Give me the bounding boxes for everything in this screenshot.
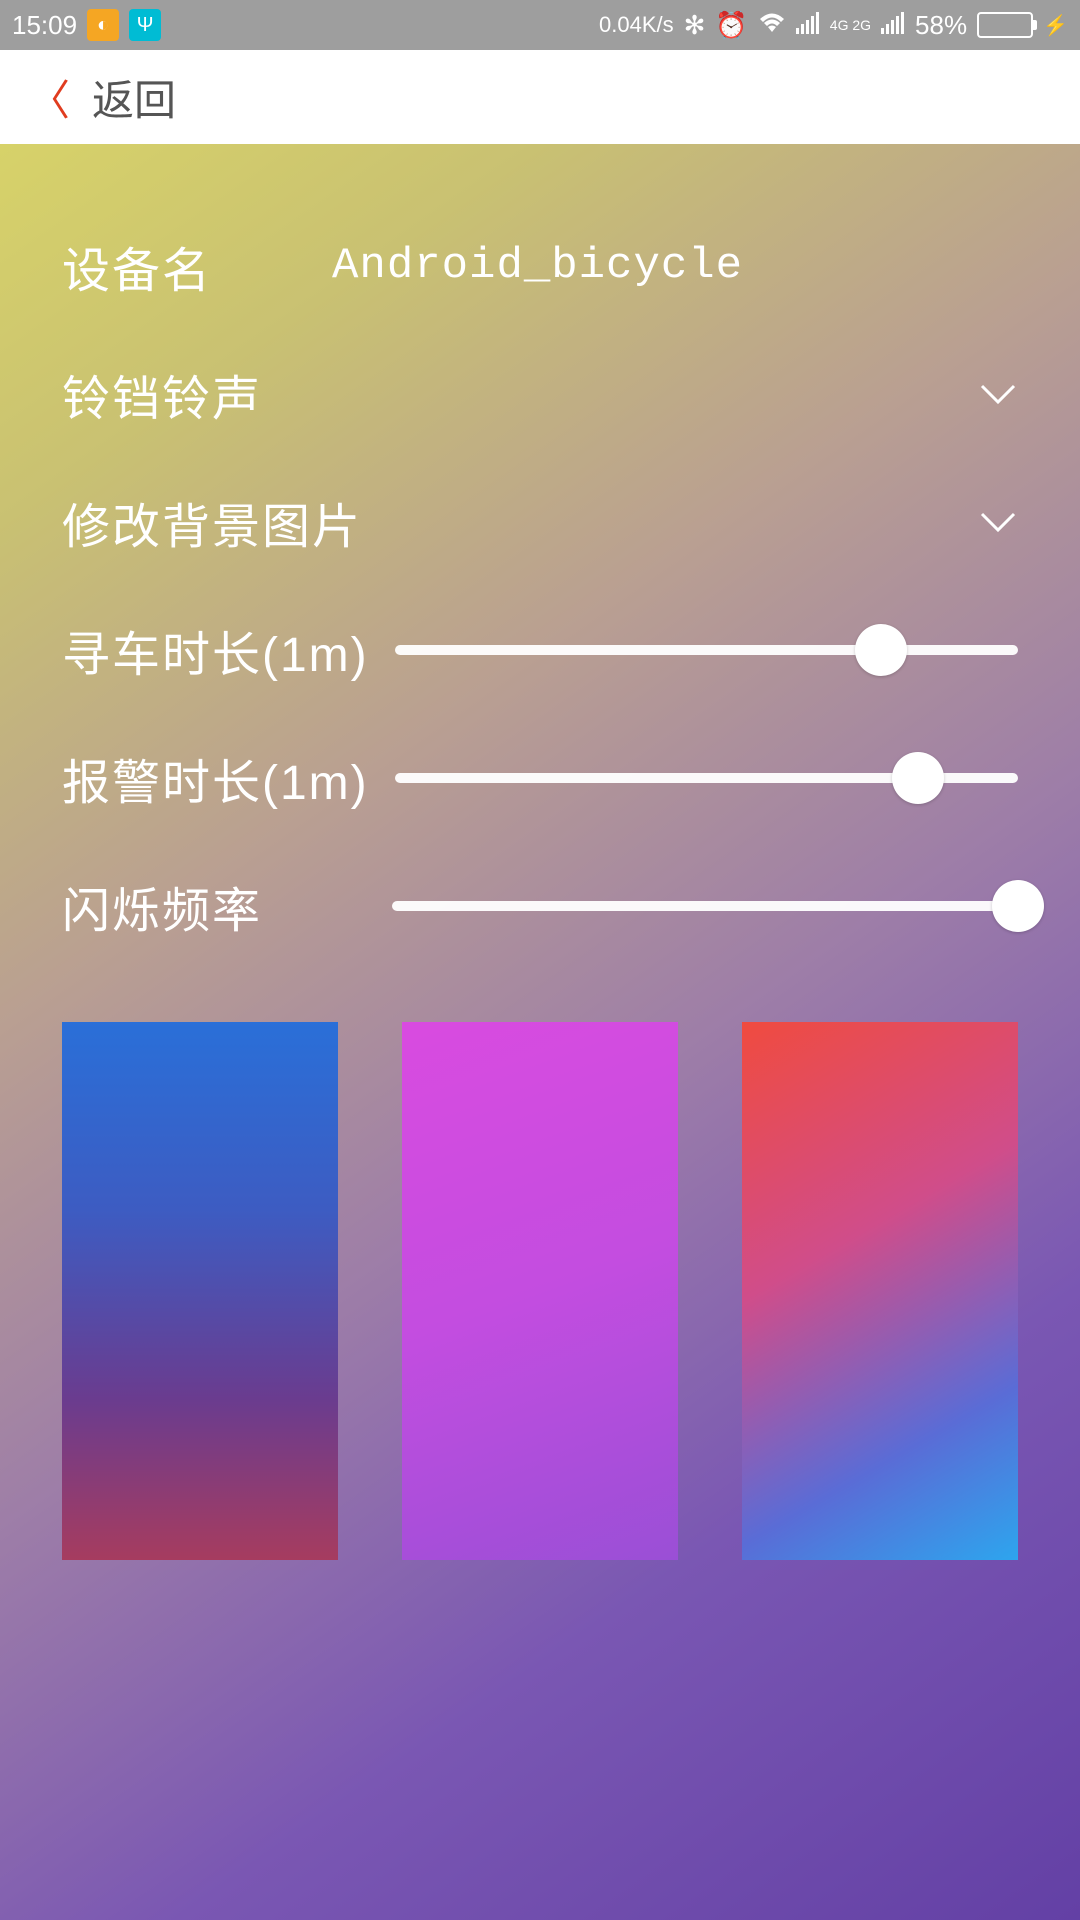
status-network: 4G 2G [830, 18, 871, 32]
device-name-value: Android_bicycle [212, 241, 1018, 291]
find-duration-row: 寻车时长(1m) [62, 586, 1018, 714]
back-icon[interactable]: 〈 [28, 67, 70, 128]
alarm-icon: ⏰ [715, 10, 747, 41]
chevron-down-icon [978, 373, 1018, 416]
blink-freq-row: 闪烁频率 [62, 842, 1018, 970]
find-duration-slider[interactable] [395, 620, 1018, 680]
signal-icon-1 [796, 10, 820, 41]
blink-freq-label: 闪烁频率 [62, 871, 366, 941]
charging-icon: ⚡ [1043, 13, 1068, 38]
blink-freq-slider[interactable] [392, 876, 1018, 936]
background-option-2[interactable] [402, 1022, 678, 1560]
ringtone-row[interactable]: 铃铛铃声 [62, 330, 1018, 458]
status-app-icon: ◐ [87, 9, 119, 41]
status-right: 0.04K/s ✻ ⏰ 4G 2G 58% ⚡ [599, 10, 1068, 41]
alarm-duration-slider[interactable] [395, 748, 1018, 808]
device-name-row[interactable]: 设备名 Android_bicycle [62, 202, 1018, 330]
background-label: 修改背景图片 [62, 487, 362, 557]
signal-icon-2 [881, 10, 905, 41]
status-bar: 15:09 ◐ Ψ 0.04K/s ✻ ⏰ 4G 2G 58% ⚡ [0, 0, 1080, 50]
slider-track [395, 645, 1018, 655]
background-row[interactable]: 修改背景图片 [62, 458, 1018, 586]
header-bar: 〈 返回 [0, 50, 1080, 144]
device-name-label: 设备名 [62, 231, 212, 301]
content-area: 设备名 Android_bicycle 铃铛铃声 修改背景图片 寻车时长(1m)… [0, 144, 1080, 1920]
status-speed: 0.04K/s [599, 12, 674, 38]
background-thumbnails [62, 1022, 1018, 1560]
bluetooth-icon: ✻ [684, 10, 706, 41]
battery-icon [977, 12, 1033, 38]
wifi-icon [758, 10, 786, 41]
slider-track [392, 901, 1018, 911]
status-time: 15:09 [12, 10, 77, 41]
alarm-duration-row: 报警时长(1m) [62, 714, 1018, 842]
usb-icon: Ψ [129, 9, 161, 41]
status-left: 15:09 ◐ Ψ [12, 9, 161, 41]
back-button[interactable]: 返回 [92, 67, 176, 128]
slider-thumb[interactable] [892, 752, 944, 804]
status-battery-pct: 58% [915, 10, 967, 41]
slider-thumb[interactable] [992, 880, 1044, 932]
background-option-3[interactable] [742, 1022, 1018, 1560]
find-duration-label: 寻车时长(1m) [62, 615, 369, 685]
background-option-1[interactable] [62, 1022, 338, 1560]
slider-thumb[interactable] [855, 624, 907, 676]
chevron-down-icon [978, 501, 1018, 544]
ringtone-label: 铃铛铃声 [62, 359, 262, 429]
alarm-duration-label: 报警时长(1m) [62, 743, 369, 813]
